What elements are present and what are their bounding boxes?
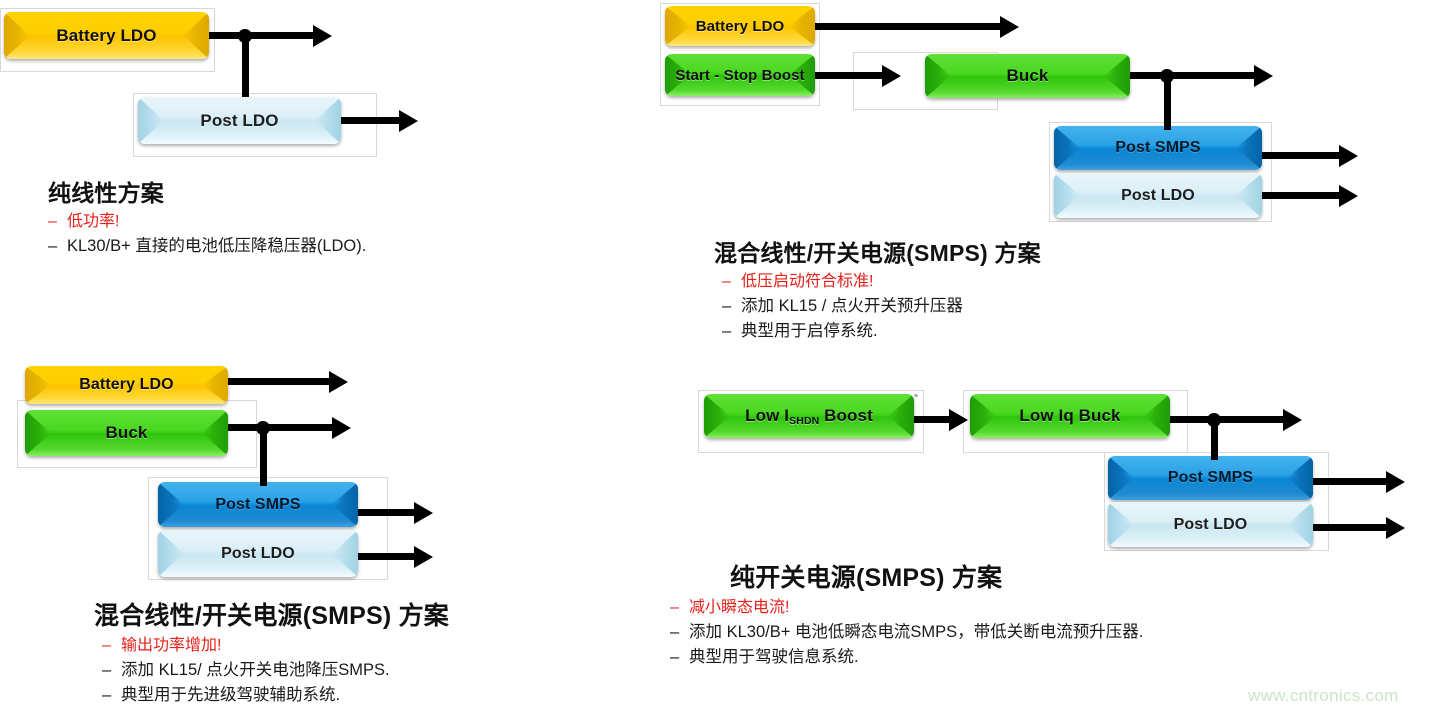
block-post-ldo: Post LDO (158, 530, 358, 577)
bullet-item: 添加 KL15/ 点火开关电池降压SMPS. (102, 658, 449, 683)
wire-post-smps-out (1260, 152, 1342, 159)
block-post-smps: Post SMPS (1054, 126, 1262, 170)
block-battery-ldo: Battery LDO (665, 6, 815, 46)
wire-post-ldo-out (1260, 192, 1342, 199)
caption-bullets: 低压启动符合标准! 添加 KL15 / 点火开关预升压器 典型用于启停系统. (698, 270, 1041, 345)
panel-pure-smps: Low ISHDN Boost Low Iq Buck Post SMPS Po… (670, 380, 1437, 713)
block-battery-ldo: Battery LDO (25, 366, 228, 404)
bullet-item: 典型用于驾驶信息系统. (670, 645, 1143, 670)
wire-post-ldo-out (356, 553, 416, 560)
caption-bullets: 低功率! KL30/B+ 直接的电池低压降稳压器(LDO). (48, 210, 366, 259)
block-label: Start - Stop Boost (675, 66, 805, 84)
block-post-ldo: Post LDO (1054, 173, 1262, 218)
wire-post-smps-out (356, 509, 416, 516)
arrow-head (1339, 144, 1358, 167)
panel-hybrid-top: Battery LDO Start - Stop Boost Buck Post… (660, 0, 1437, 350)
arrow-head (414, 545, 433, 568)
caption-title: 混合线性/开关电源(SMPS) 方案 (94, 602, 449, 630)
wire-branch-down (241, 32, 249, 97)
caption-pure-smps: 纯开关电源(SMPS) 方案 减小瞬态电流! 添加 KL30/B+ 电池低瞬态电… (670, 558, 1143, 671)
site-watermark: www.cntronics.com (1248, 686, 1399, 705)
wire-branch-down (1163, 72, 1171, 130)
wire-buck-out (1124, 72, 1259, 79)
block-buck: Buck (925, 54, 1130, 98)
arrow-head (1386, 470, 1405, 493)
arrow-head (332, 416, 351, 439)
caption-pure-linear: 纯线性方案 低功率! KL30/B+ 直接的电池低压降稳压器(LDO). (48, 174, 366, 259)
bullet-item: 添加 KL30/B+ 电池低瞬态电流SMPS，带低关断电流预升压器. (670, 620, 1143, 645)
bullet-item: 添加 KL15 / 点火开关预升压器 (722, 294, 1041, 319)
wire-battery-out (209, 32, 316, 39)
block-low-iq-buck: Low Iq Buck (970, 394, 1170, 438)
arrow-head (399, 109, 418, 132)
block-post-smps: Post SMPS (1108, 456, 1313, 500)
bullet-item: 减小瞬态电流! (670, 596, 1143, 621)
wire-boost-to-buck (911, 416, 951, 423)
wire-post-ldo-out (341, 117, 402, 124)
caption-bullets: 输出功率增加! 添加 KL15/ 点火开关电池降压SMPS. 典型用于先进级驾驶… (70, 634, 449, 709)
block-label: Post LDO (221, 544, 295, 562)
block-post-ldo: Post LDO (138, 97, 341, 144)
block-post-ldo: Post LDO (1108, 502, 1313, 547)
artifact-speck (914, 394, 918, 397)
arrow-head (1339, 184, 1358, 207)
caption-title: 纯开关电源(SMPS) 方案 (730, 564, 1003, 592)
arrow-head (329, 370, 348, 393)
block-label: Battery LDO (695, 17, 785, 35)
arrow-head (1000, 15, 1019, 38)
block-post-smps: Post SMPS (158, 482, 358, 527)
arrow-head (313, 24, 332, 47)
arrow-head (1254, 64, 1273, 87)
block-label: Battery LDO (56, 25, 157, 45)
wire-post-smps-out (1311, 478, 1389, 485)
block-label: Post SMPS (215, 495, 301, 513)
block-label: Post LDO (1173, 515, 1248, 533)
wire-branch-down (259, 424, 267, 486)
block-buck: Buck (25, 410, 228, 456)
block-label: Buck (1006, 66, 1049, 85)
bullet-item: 典型用于启停系统. (722, 319, 1041, 344)
block-label: Post LDO (1121, 186, 1195, 204)
block-label-subscript: SHDN (789, 415, 820, 428)
wire-buck-out (226, 424, 338, 431)
block-label: Low ISHDN Boost (745, 406, 873, 428)
arrow-head (1386, 516, 1405, 539)
bullet-item: 典型用于先进级驾驶辅助系统. (102, 683, 449, 708)
block-label: Post LDO (200, 110, 279, 130)
bullet-item: KL30/B+ 直接的电池低压降稳压器(LDO). (48, 234, 366, 259)
wire-boost-to-buck (814, 72, 885, 79)
wire-buck-out (1166, 416, 1288, 423)
panel-hybrid-bottom: Battery LDO Buck Post SMPS Post LDO 混合线性… (0, 360, 570, 713)
bullet-item: 低压启动符合标准! (722, 270, 1041, 295)
caption-bullets: 减小瞬态电流! 添加 KL30/B+ 电池低瞬态电流SMPS，带低关断电流预升压… (670, 596, 1143, 671)
block-label: Battery LDO (79, 376, 174, 393)
panel-pure-linear: Battery LDO Post LDO 纯线性方案 低功率! KL30/B+ … (0, 0, 470, 270)
wire-post-ldo-out (1311, 524, 1389, 531)
caption-title: 混合线性/开关电源(SMPS) 方案 (714, 240, 1041, 266)
bullet-item: 低功率! (48, 210, 366, 235)
wire-battery-out (814, 23, 1004, 30)
block-label: Buck (105, 423, 148, 442)
block-battery-ldo: Battery LDO (4, 12, 209, 59)
arrow-head (414, 501, 433, 524)
caption-title: 纯线性方案 (48, 180, 164, 206)
wire-branch-down (1210, 416, 1218, 460)
wire-battery-out (226, 378, 331, 385)
caption-hybrid-bottom: 混合线性/开关电源(SMPS) 方案 输出功率增加! 添加 KL15/ 点火开关… (70, 596, 449, 709)
block-low-ishdn-boost: Low ISHDN Boost (704, 394, 914, 438)
block-label: Post SMPS (1167, 469, 1254, 486)
bullet-item: 输出功率增加! (102, 634, 449, 659)
block-label: Post SMPS (1115, 139, 1201, 156)
arrow-head (1283, 408, 1302, 431)
arrow-head (882, 64, 901, 87)
block-label: Low Iq Buck (1019, 406, 1121, 425)
block-start-stop-boost: Start - Stop Boost (665, 54, 815, 96)
caption-hybrid-top: 混合线性/开关电源(SMPS) 方案 低压启动符合标准! 添加 KL15 / 点… (698, 234, 1041, 345)
arrow-head (949, 408, 968, 431)
